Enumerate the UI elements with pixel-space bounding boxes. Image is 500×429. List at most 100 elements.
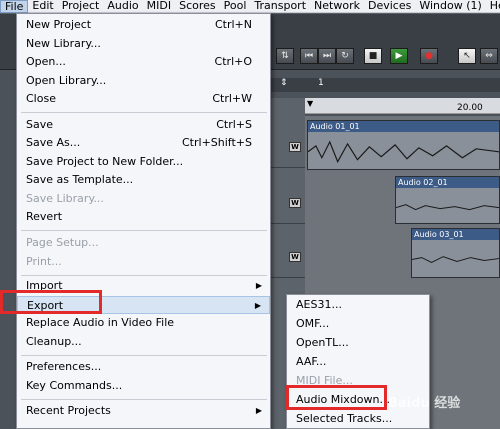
menu-file[interactable]: File	[0, 0, 29, 13]
ruler-time-label: 20.00	[457, 103, 483, 113]
clip-name: Audio 01_01	[308, 121, 499, 132]
menu-item-label: New Project	[26, 18, 92, 31]
menu-separator	[21, 230, 267, 231]
stepper-icon[interactable]: ⇕	[280, 78, 288, 88]
menu-item-recent-projects[interactable]: Recent Projects ▶	[17, 402, 270, 420]
menu-item-save-to-new-folder[interactable]: Save Project to New Folder...	[17, 153, 270, 171]
menu-separator	[21, 399, 267, 400]
shortcut: Ctrl+W	[212, 92, 252, 105]
track-strip[interactable]: W	[270, 174, 305, 224]
menu-item-replace-audio-in-video[interactable]: Replace Audio in Video File	[17, 314, 270, 332]
write-automation-icon[interactable]: W	[289, 142, 301, 152]
track-strip[interactable]: W	[270, 228, 305, 278]
record-icon[interactable]: ●	[420, 48, 438, 64]
export-item-aaf[interactable]: AAF...	[287, 352, 429, 371]
menu-audio[interactable]: Audio	[103, 0, 142, 13]
waveform-icon	[412, 256, 499, 264]
menu-pool[interactable]: Pool	[220, 0, 251, 13]
shortcut: Ctrl+N	[214, 18, 252, 31]
dropdown-arrow-icon[interactable]: ⇅	[276, 48, 294, 64]
watermark: Baidu 经验	[388, 392, 498, 426]
menu-item-open[interactable]: Open... Ctrl+O	[17, 53, 270, 71]
write-automation-icon[interactable]: W	[289, 252, 301, 262]
menu-separator	[21, 355, 267, 356]
write-automation-icon[interactable]: W	[289, 198, 301, 208]
menu-item-save-as-template[interactable]: Save as Template...	[17, 171, 270, 189]
menu-item-save-library: Save Library...	[17, 190, 270, 208]
menu-item-save[interactable]: Save Ctrl+S	[17, 116, 270, 134]
clip-name: Audio 03_01	[412, 229, 499, 240]
menu-item-revert[interactable]: Revert	[17, 208, 270, 226]
menu-item-cleanup[interactable]: Cleanup...	[17, 333, 270, 351]
submenu-arrow-icon: ▶	[255, 281, 262, 290]
stop-icon[interactable]: ■	[364, 48, 382, 64]
counter-value: 1	[318, 78, 324, 88]
menu-item-label: Recent Projects	[26, 404, 111, 417]
audio-clip[interactable]: Audio 01_01	[307, 120, 500, 170]
menu-devices[interactable]: Devices	[364, 0, 415, 13]
waveform-icon	[308, 140, 499, 164]
play-icon[interactable]: ▶	[390, 48, 408, 64]
menu-item-new-project[interactable]: New Project Ctrl+N	[17, 16, 270, 34]
object-select-tool-icon[interactable]: ↖	[458, 48, 476, 64]
menu-project[interactable]: Project	[58, 0, 104, 13]
menu-item-label: Save As...	[26, 136, 81, 149]
menu-item-key-commands[interactable]: Key Commands...	[17, 377, 270, 395]
menu-bar: File Edit Project Audio MIDI Scores Pool…	[0, 0, 500, 13]
menu-separator	[21, 112, 267, 113]
track-strip[interactable]: W	[270, 118, 305, 168]
menu-item-label: Page Setup...	[26, 236, 99, 249]
menu-item-save-as[interactable]: Save As... Ctrl+Shift+S	[17, 134, 270, 152]
range-tool-icon[interactable]: ⇔	[480, 48, 498, 64]
menu-item-label: Open Library...	[26, 74, 107, 87]
menu-window[interactable]: Window (1)	[415, 0, 485, 13]
audio-clip[interactable]: Audio 02_01	[395, 176, 500, 224]
menu-scores[interactable]: Scores	[175, 0, 220, 13]
watermark-text: Baidu 经验	[388, 396, 461, 411]
export-item-opentl[interactable]: OpenTL...	[287, 333, 429, 352]
file-menu: New Project Ctrl+N New Library... Open...…	[16, 13, 271, 429]
menu-help[interactable]: Help	[486, 0, 500, 13]
menu-item-print: Print...	[17, 253, 270, 271]
menu-item-label: Save Library...	[26, 192, 104, 205]
menu-item-label: Replace Audio in Video File	[26, 316, 175, 329]
menu-item-label: Cleanup...	[26, 335, 82, 348]
menu-item-preferences[interactable]: Preferences...	[17, 358, 270, 376]
menu-item-label: Preferences...	[26, 360, 102, 373]
menu-separator	[21, 275, 267, 276]
menu-midi[interactable]: MIDI	[143, 0, 175, 13]
shortcut: Ctrl+O	[214, 55, 252, 68]
submenu-arrow-icon: ▶	[255, 406, 262, 415]
submenu-arrow-icon: ▶	[254, 301, 261, 310]
info-line: ⇕ 1	[270, 78, 500, 92]
menu-item-close[interactable]: Close Ctrl+W	[17, 90, 270, 108]
goto-start-icon[interactable]: ⏮	[300, 48, 318, 64]
menu-network[interactable]: Network	[310, 0, 364, 13]
export-item-aes31[interactable]: AES31...	[287, 295, 429, 314]
clip-name: Audio 02_01	[396, 177, 499, 188]
shortcut: Ctrl+S	[216, 118, 252, 131]
menu-item-label: Print...	[26, 255, 62, 268]
menu-item-label: Key Commands...	[26, 379, 123, 392]
audio-clip[interactable]: Audio 03_01	[411, 228, 500, 278]
menu-item-label: Save Project to New Folder...	[26, 155, 184, 168]
menu-item-label: Save	[26, 118, 54, 131]
export-item-omf[interactable]: OMF...	[287, 314, 429, 333]
menu-edit[interactable]: Edit	[28, 0, 57, 13]
timeline-ruler[interactable]: ▼ 20.00	[305, 98, 500, 114]
menu-item-new-library[interactable]: New Library...	[17, 35, 270, 53]
shortcut: Ctrl+Shift+S	[182, 136, 252, 149]
menu-item-open-library[interactable]: Open Library...	[17, 72, 270, 90]
menu-item-page-setup: Page Setup...	[17, 234, 270, 252]
export-highlight-box	[0, 290, 102, 314]
menu-item-label: Save as Template...	[26, 173, 134, 186]
menu-item-label: Open...	[26, 55, 66, 68]
ruler-start-marker-icon: ▼	[307, 99, 314, 108]
menu-item-label: Revert	[26, 210, 63, 223]
waveform-icon	[396, 204, 499, 211]
cycle-icon[interactable]: ↻	[336, 48, 354, 64]
goto-end-icon[interactable]: ⏭	[318, 48, 336, 64]
menu-transport[interactable]: Transport	[250, 0, 310, 13]
menu-item-label: Close	[26, 92, 56, 105]
menu-item-label: New Library...	[26, 37, 101, 50]
